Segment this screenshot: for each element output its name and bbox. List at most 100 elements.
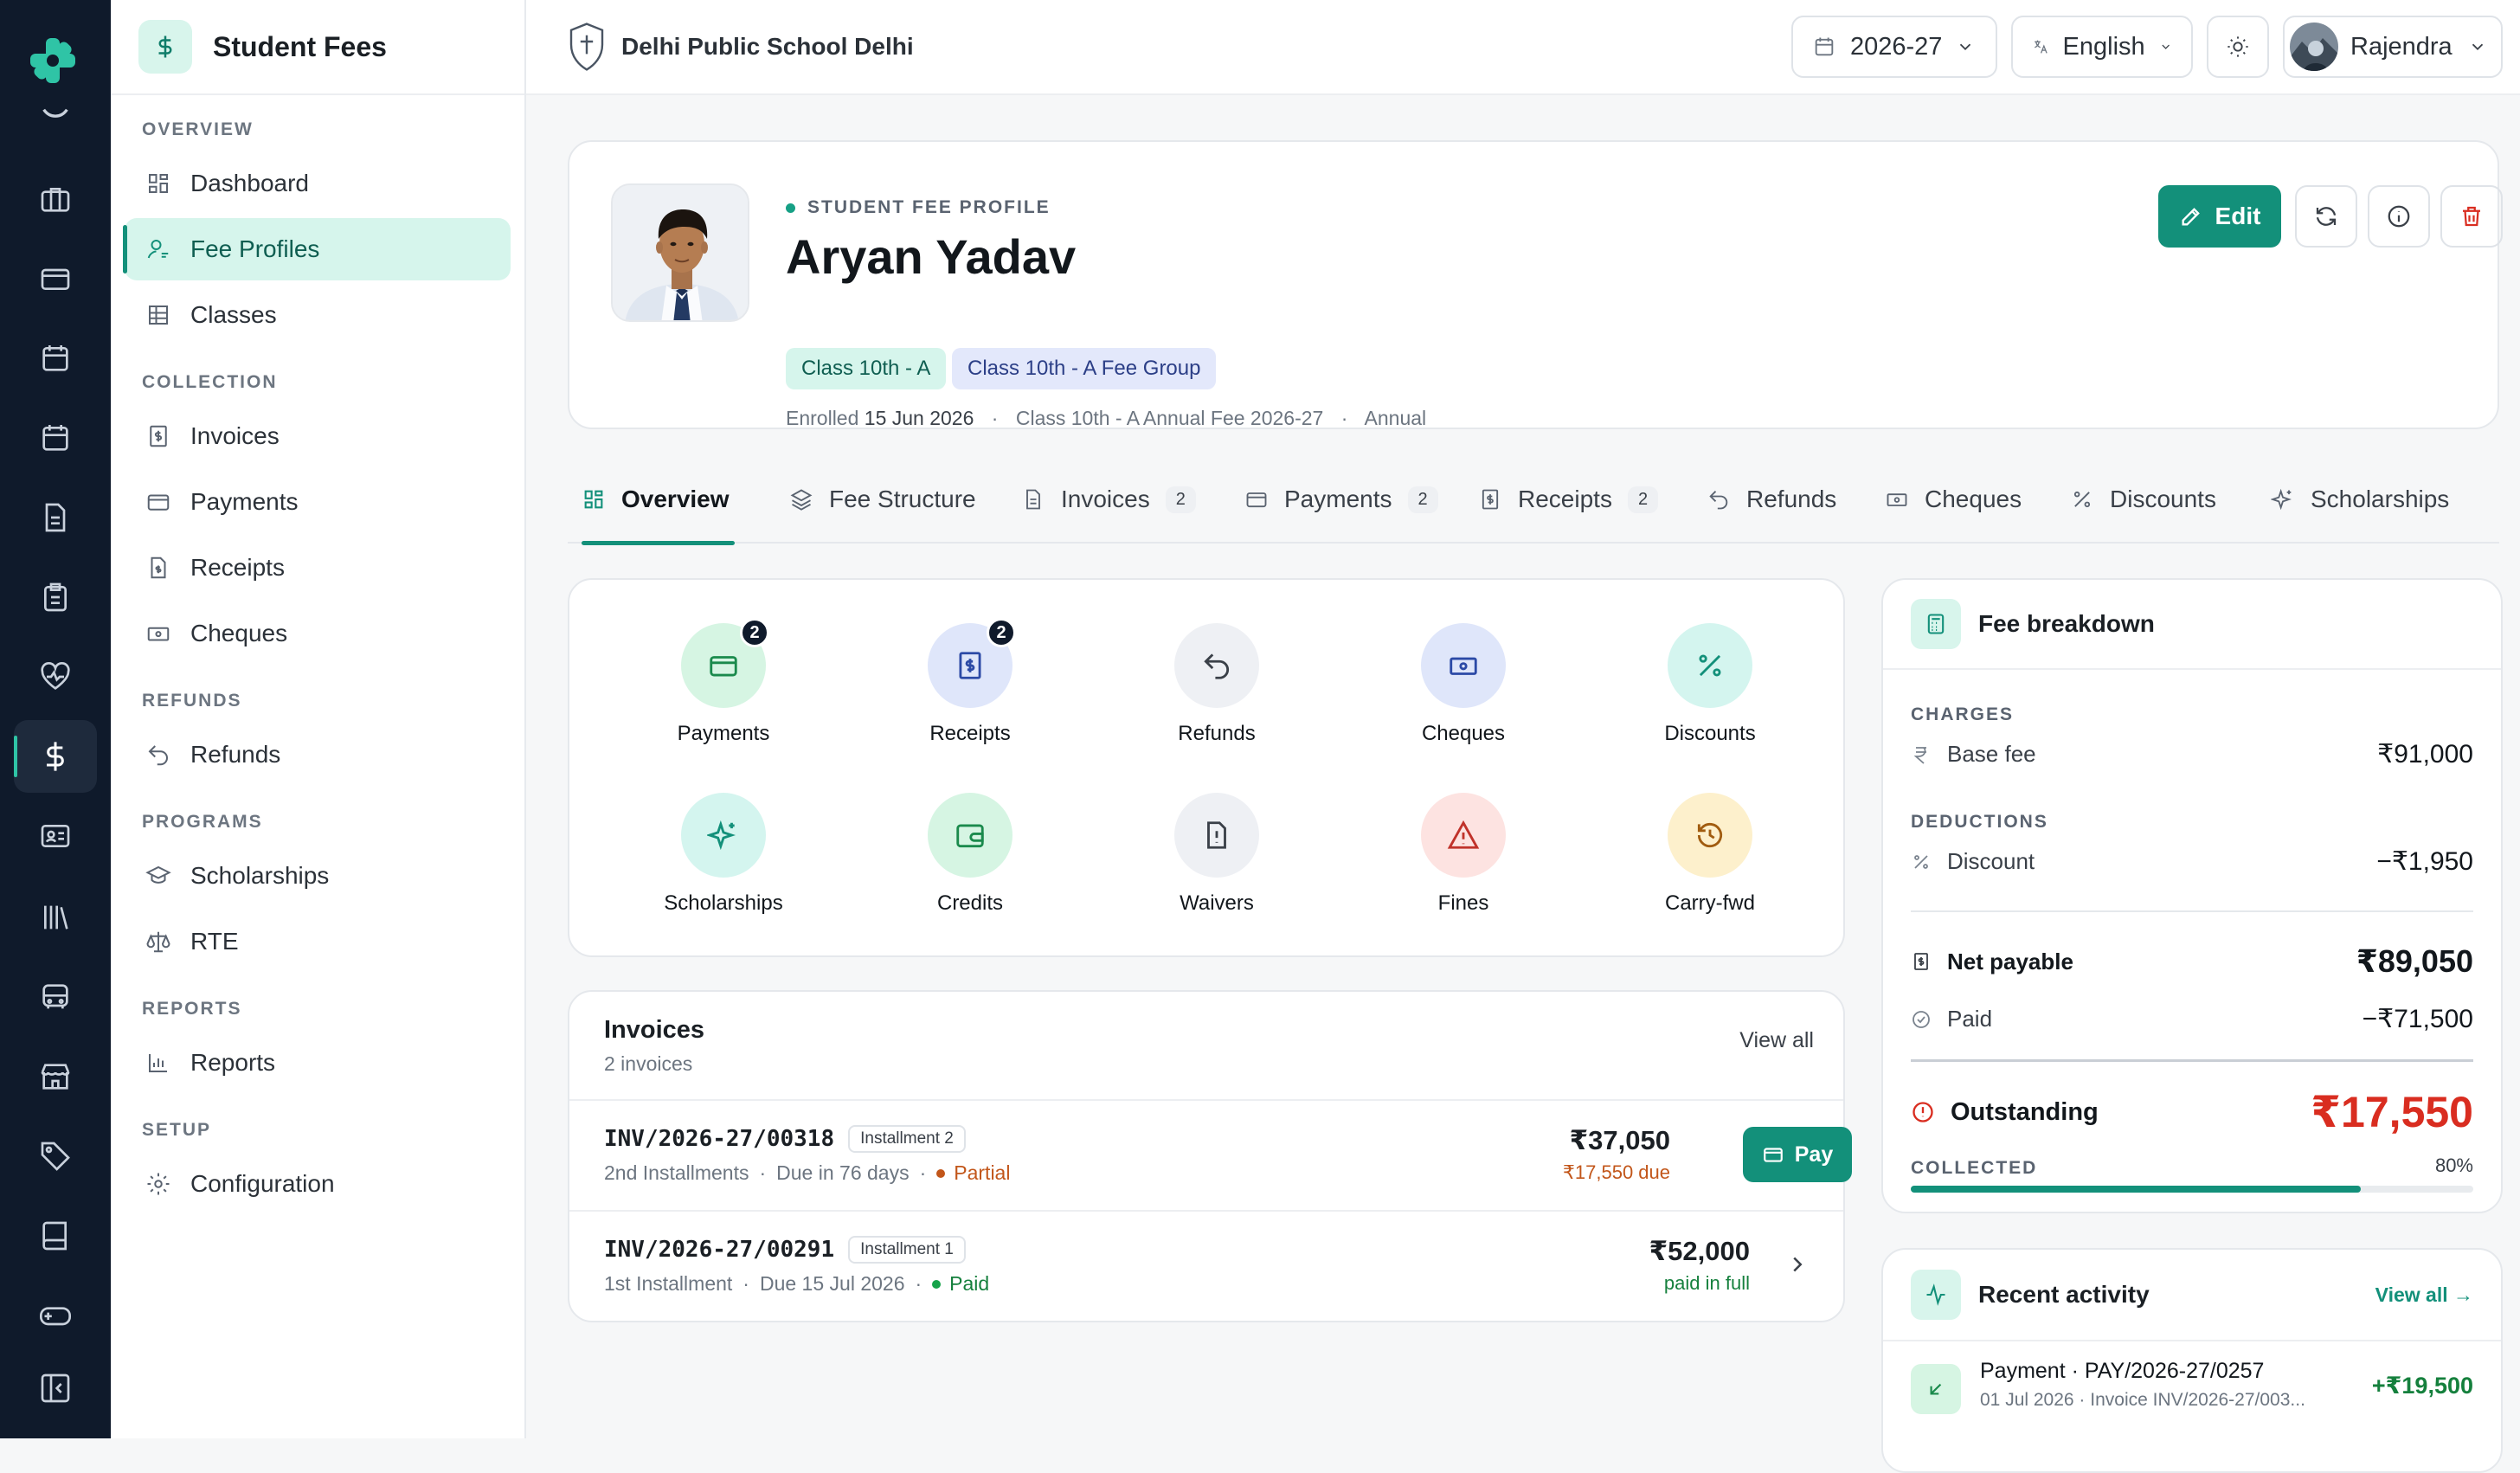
tab-discounts[interactable]: Discounts: [2070, 455, 2216, 544]
pencil-icon: [2182, 208, 2200, 226]
count-badge: 2: [740, 618, 769, 647]
briefcase-icon[interactable]: [38, 182, 73, 216]
store-icon[interactable]: [38, 1059, 73, 1094]
delete-button[interactable]: [2440, 185, 2503, 248]
sidebar-item-dashboard[interactable]: Dashboard: [125, 152, 511, 215]
heart-pulse-icon[interactable]: [38, 659, 73, 694]
dollar-icon[interactable]: [14, 720, 97, 793]
quick-action-scholarships[interactable]: Scholarships: [646, 793, 801, 916]
check-circle-icon: [1912, 1010, 1930, 1028]
sidebar-item-rte[interactable]: RTE: [125, 910, 511, 973]
user-menu[interactable]: Rajendra: [2283, 16, 2503, 78]
invoices-view-all-link[interactable]: View all: [1739, 1028, 1814, 1053]
sidebar-item-configuration[interactable]: Configuration: [125, 1153, 511, 1215]
dollar-icon: [138, 20, 192, 74]
edit-button[interactable]: Edit: [2158, 185, 2281, 248]
tab-overview[interactable]: Overview: [582, 455, 735, 545]
sidebar-item-classes[interactable]: Classes: [125, 284, 511, 346]
activity-title[interactable]: Payment · PAY/2026-27/0257: [1980, 1359, 2264, 1384]
sidebar-item-cheques[interactable]: Cheques: [125, 602, 511, 665]
tab-overflow[interactable]: [2485, 455, 2499, 544]
tab-scholarships[interactable]: Scholarships: [2271, 455, 2449, 544]
quick-action-credits[interactable]: Credits: [892, 793, 1048, 916]
top-bar: Delhi Public School Delhi 2026-27 Englis…: [526, 0, 2520, 95]
sidebar-item-scholarships[interactable]: Scholarships: [125, 845, 511, 907]
invoice-number[interactable]: INV/2026-27/00318: [604, 1126, 834, 1152]
fee-group-chip: Class 10th - A Fee Group: [952, 348, 1217, 389]
document-icon[interactable]: [38, 500, 73, 535]
language-select[interactable]: English: [2011, 16, 2193, 78]
calendar-icon[interactable]: [38, 341, 73, 376]
tag-icon[interactable]: [38, 1139, 73, 1174]
quick-action-refunds[interactable]: Refunds: [1139, 623, 1295, 746]
tab-refunds[interactable]: Refunds: [1707, 455, 1836, 544]
sidebar-item-payments[interactable]: Payments: [125, 471, 511, 533]
quick-action-waivers[interactable]: Waivers: [1139, 793, 1295, 916]
profile-tabs: Overview Fee Structure Invoices 2 Payment…: [568, 455, 2499, 545]
percent-icon: [1914, 854, 1928, 869]
tab-payments[interactable]: Payments 2: [1244, 455, 1438, 544]
section-reports: REPORTS: [142, 999, 242, 1019]
school-name[interactable]: Delhi Public School Delhi: [566, 21, 914, 73]
chevron-right-icon[interactable]: [1784, 1251, 1810, 1277]
school-crest-icon: [569, 23, 604, 71]
recent-activity-view-all-link[interactable]: View all →: [2375, 1283, 2473, 1307]
sidebar-item-reports[interactable]: Reports: [125, 1032, 511, 1094]
fee-frequency: Annual: [1364, 407, 1427, 429]
document-icon: [1026, 489, 1040, 510]
quick-action-fines[interactable]: Fines: [1385, 793, 1541, 916]
invoices-title: Invoices: [604, 1016, 705, 1044]
rupee-icon: [1913, 746, 1926, 764]
section-refunds: REFUNDS: [142, 691, 242, 711]
tab-invoices[interactable]: Invoices 2: [1021, 455, 1196, 544]
bus-icon[interactable]: [38, 980, 73, 1014]
quick-action-carry-fwd[interactable]: Carry-fwd: [1632, 793, 1788, 916]
book-icon[interactable]: [38, 1219, 73, 1253]
section-collection: COLLECTION: [142, 372, 278, 392]
card-icon: [147, 494, 170, 511]
tab-receipts[interactable]: Receipts 2: [1478, 455, 1659, 544]
quick-action-receipts[interactable]: 2 Receipts: [892, 618, 1048, 746]
gamepad-icon[interactable]: [38, 1298, 73, 1333]
deductions-label: DEDUCTIONS: [1911, 812, 2048, 832]
theme-toggle-button[interactable]: [2207, 16, 2269, 78]
calendar-alt-icon[interactable]: [38, 421, 73, 455]
tab-cheques[interactable]: Cheques: [1885, 455, 2022, 544]
app-logo-icon[interactable]: [26, 35, 80, 87]
pay-button[interactable]: Pay: [1743, 1127, 1852, 1182]
invoices-subtitle: 2 invoices: [604, 1052, 693, 1075]
layers-icon: [790, 489, 813, 511]
refresh-button[interactable]: [2295, 185, 2357, 248]
academic-year-select[interactable]: 2026-27: [1791, 16, 1997, 78]
activity-icon: [1911, 1270, 1961, 1320]
info-icon: [2388, 205, 2410, 228]
quick-action-discounts[interactable]: Discounts: [1632, 623, 1788, 746]
scale-icon: [146, 931, 170, 953]
section-overview: OVERVIEW: [142, 119, 254, 139]
status-dot: [936, 1169, 946, 1178]
sidebar-item-refunds[interactable]: Refunds: [125, 724, 511, 786]
chevron-down-icon: [1960, 43, 1971, 51]
invoice-amount: ₹52,000: [1649, 1236, 1750, 1266]
quick-action-cheques[interactable]: Cheques: [1385, 623, 1541, 746]
collected-percent: 80%: [2434, 1155, 2473, 1176]
tab-fee-structure[interactable]: Fee Structure: [789, 455, 976, 544]
card-icon[interactable]: [38, 261, 73, 296]
collected-progress-track: [1911, 1186, 2473, 1193]
quick-action-payments[interactable]: 2 Payments: [646, 618, 801, 746]
invoice-number[interactable]: INV/2026-27/00291: [604, 1237, 834, 1263]
library-icon[interactable]: [38, 900, 73, 935]
sidebar-item-invoices[interactable]: Invoices: [125, 405, 511, 467]
app-rail: [0, 0, 111, 1438]
invoice-row[interactable]: INV/2026-27/00318 Installment 2 2nd Insta…: [569, 1099, 1852, 1208]
info-button[interactable]: [2368, 185, 2430, 248]
sidebar-item-receipts[interactable]: Receipts: [125, 537, 511, 599]
invoice-row[interactable]: INV/2026-27/00291 Installment 1 1st Insta…: [569, 1210, 1843, 1319]
translate-icon: [2035, 40, 2048, 54]
clipboard-icon[interactable]: [38, 580, 73, 614]
collapse-sidebar-icon[interactable]: [38, 1371, 73, 1405]
id-card-icon[interactable]: [38, 819, 73, 853]
tab-count: 2: [1627, 486, 1659, 513]
sidebar-item-fee-profiles[interactable]: Fee Profiles: [123, 218, 511, 280]
fee-breakdown-header: Fee breakdown: [1883, 580, 2501, 670]
